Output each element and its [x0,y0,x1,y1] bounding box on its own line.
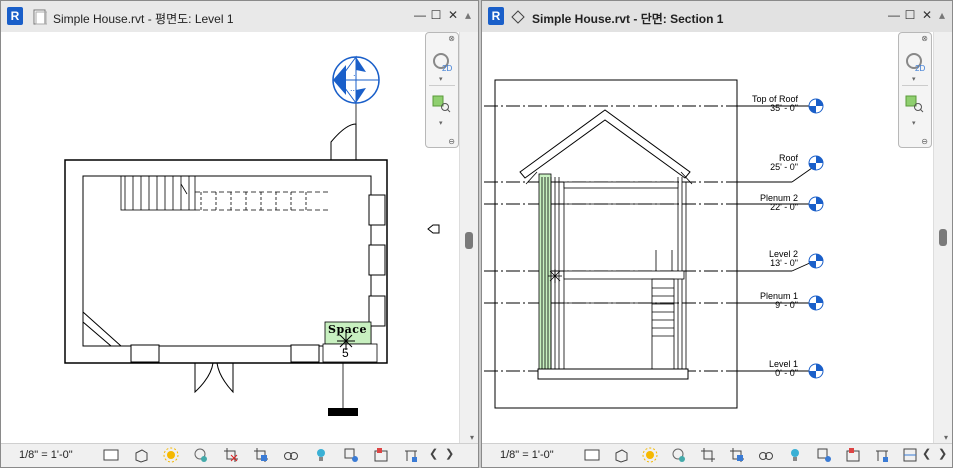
floor-plan-titlebar[interactable]: R Simple House.rvt - 평면도: Level 1 — ☐ ✕ … [1,1,478,33]
navigation-bar: ⊗ 2D ▾ ▾ ⊖ [425,32,459,148]
sun-path-icon[interactable] [642,447,658,463]
level-label[interactable]: Plenum 2 22' - 0" [746,194,798,212]
scroll-up-icon[interactable]: ▴ [461,8,475,22]
chevron-down-icon[interactable]: ▾ [439,75,443,83]
detail-level-icon[interactable] [103,447,119,463]
worksharing-icon[interactable] [874,447,890,463]
floor-plan-canvas[interactable]: Space 5 . ... ⊗ 2D ▾ ▾ ⊖ [1,32,460,444]
reveal-constraints-icon[interactable] [902,447,918,463]
visual-style-icon[interactable] [613,447,629,463]
floor-plan-window: R Simple House.rvt - 평면도: Level 1 — ☐ ✕ … [0,0,479,468]
chevron-right-icon[interactable]: ❯ [938,447,952,463]
navbar-divider [429,85,455,86]
chevron-right-icon[interactable]: ❯ [445,447,461,463]
chevron-down-icon[interactable]: ▾ [912,75,916,83]
vertical-scrollbar[interactable]: ▾ [459,32,478,444]
svg-text:2D: 2D [915,64,925,73]
analytical-icon[interactable] [343,447,359,463]
view-control-bar: 1/8" = 1'-0" ❮ ❯ [1,443,478,467]
scroll-down-icon[interactable]: ▾ [944,433,948,442]
temporary-hide-icon[interactable] [758,447,774,463]
crop-view-icon[interactable] [223,447,239,463]
section-drawing [484,79,824,409]
steering-wheel-2d-icon[interactable]: 2D [904,51,926,73]
north-marker-bottom: ... [350,83,358,93]
minimize-button[interactable]: — [887,8,901,22]
highlight-displacement-icon[interactable] [373,447,389,463]
maximize-button[interactable]: ☐ [429,8,443,22]
chevron-left-icon[interactable]: ❮ [922,447,938,463]
steering-wheel-2d-icon[interactable]: 2D [431,51,453,73]
plan-view-icon [33,9,47,25]
sun-path-icon[interactable] [163,447,179,463]
chevron-left-icon[interactable]: ❮ [429,447,445,463]
navbar-close-icon[interactable]: ⊗ [921,34,928,43]
temporary-hide-icon[interactable] [283,447,299,463]
reveal-hidden-icon[interactable] [787,447,803,463]
room-number-label[interactable]: 5 [342,346,349,360]
scrollbar-thumb[interactable] [465,232,473,249]
room-name-label[interactable]: Space [328,323,367,336]
zoom-region-icon[interactable] [432,95,452,113]
close-button[interactable]: ✕ [446,8,460,22]
level-heads [808,98,824,379]
floor-plan-drawing [64,55,440,416]
level-elevation: 22' - 0" [770,202,798,212]
chevron-down-icon[interactable]: ▾ [912,119,916,127]
highlight-displacement-icon[interactable] [845,447,861,463]
shadows-icon[interactable] [193,447,209,463]
reveal-hidden-icon[interactable] [313,447,329,463]
level-label[interactable]: Top of Roof 35' - 0" [746,95,798,113]
level-label[interactable]: Level 2 13' - 0" [746,250,798,268]
section-view-icon [511,10,525,24]
level-label[interactable]: Level 1 0' - 0" [746,360,798,378]
section-canvas[interactable]: Top of Roof 35' - 0" Roof 25' - 0" Plenu… [482,32,934,444]
level-elevation: 0' - 0" [775,368,798,378]
minimize-button[interactable]: — [413,8,427,22]
view-scale[interactable]: 1/8" = 1'-0" [19,449,73,461]
level-label[interactable]: Plenum 1 9' - 0" [746,292,798,310]
analytical-icon[interactable] [816,447,832,463]
shadows-icon[interactable] [671,447,687,463]
scroll-up-icon[interactable]: ▴ [935,8,949,22]
visual-style-icon[interactable] [133,447,149,463]
vertical-scrollbar[interactable]: ▾ [933,32,952,444]
navbar-options-icon[interactable]: ⊖ [921,137,928,146]
crop-view-icon[interactable] [700,447,716,463]
level-elevation: 13' - 0" [770,258,798,268]
show-crop-icon[interactable] [729,447,745,463]
close-button[interactable]: ✕ [920,8,934,22]
section-window: R Simple House.rvt - 단면: Section 1 — ☐ ✕… [481,0,953,468]
level-elevation: 35' - 0" [770,103,798,113]
svg-text:2D: 2D [442,64,452,73]
revit-app-icon: R [7,7,23,25]
floor-plan-title: Simple House.rvt - 평면도: Level 1 [53,12,234,26]
navbar-divider [902,85,928,86]
scrollbar-thumb[interactable] [939,229,947,246]
navbar-close-icon[interactable]: ⊗ [448,34,455,43]
level-label[interactable]: Roof 25' - 0" [746,154,798,172]
worksharing-icon[interactable] [403,447,419,463]
scroll-down-icon[interactable]: ▾ [470,433,474,442]
chevron-down-icon[interactable]: ▾ [439,119,443,127]
zoom-region-icon[interactable] [905,95,925,113]
section-titlebar[interactable]: R Simple House.rvt - 단면: Section 1 — ☐ ✕… [482,1,952,33]
view-scale[interactable]: 1/8" = 1'-0" [500,449,554,461]
section-title: Simple House.rvt - 단면: Section 1 [532,12,724,26]
revit-app-icon: R [488,7,504,25]
north-marker-top: . [353,68,356,78]
detail-level-icon[interactable] [584,447,600,463]
navbar-options-icon[interactable]: ⊖ [448,137,455,146]
level-elevation: 9' - 0" [775,300,798,310]
view-control-bar: 1/8" = 1'-0" ❮ ❯ [482,443,952,467]
show-crop-icon[interactable] [253,447,269,463]
maximize-button[interactable]: ☐ [903,8,917,22]
level-elevation: 25' - 0" [770,162,798,172]
navigation-bar: ⊗ 2D ▾ ▾ ⊖ [898,32,932,148]
